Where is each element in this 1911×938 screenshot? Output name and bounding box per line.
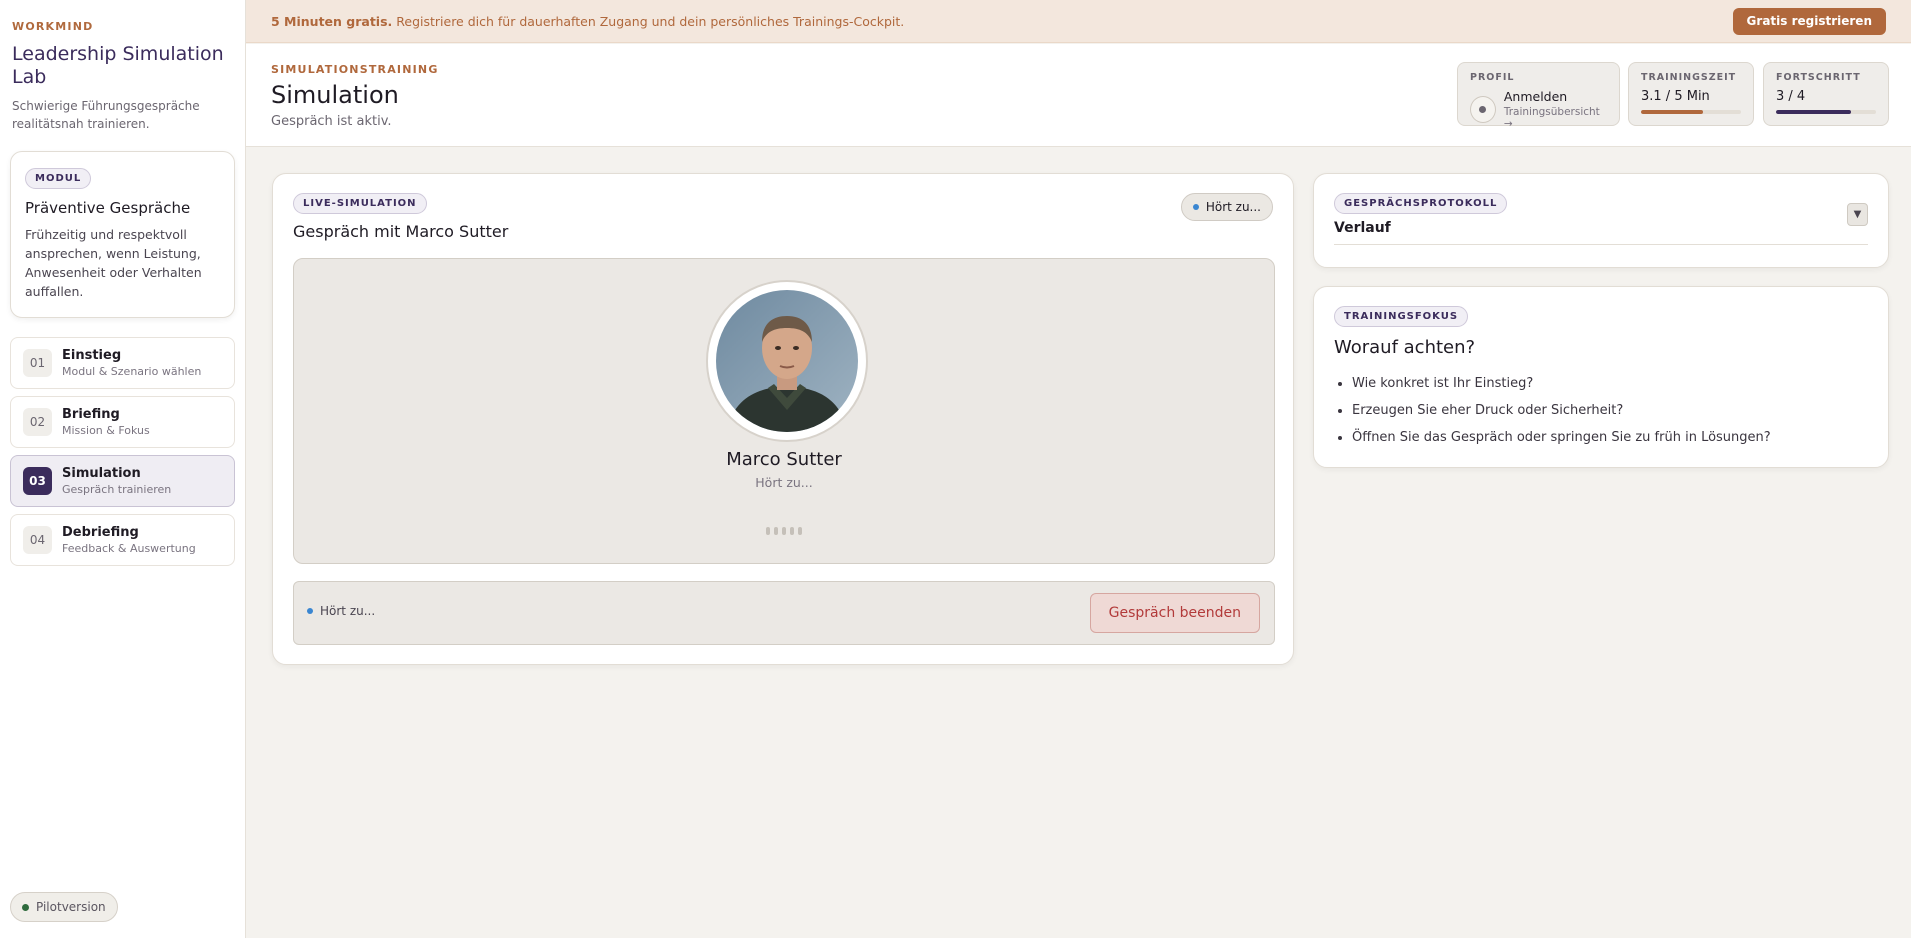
persona-name: Marco Sutter	[726, 449, 842, 470]
banner-message: Registriere dich für dauerhaften Zugang …	[392, 13, 905, 29]
progress-bar	[1776, 110, 1876, 114]
pilot-label: Pilotversion	[36, 900, 106, 914]
step-title: Debriefing	[62, 525, 139, 540]
step-title: Simulation	[62, 466, 141, 481]
step-title: Einstieg	[62, 348, 122, 363]
page-kicker: SIMULATIONSTRAINING	[271, 63, 439, 76]
profile-avatar-icon	[1470, 96, 1496, 123]
training-time-bar	[1641, 110, 1741, 114]
brand: WORKMIND Leadership Simulation Lab Schwi…	[10, 0, 235, 133]
training-time-widget: TRAININGSZEIT 3.1 / 5 Min	[1628, 62, 1754, 126]
progress-fill	[1776, 110, 1851, 114]
module-description: Frühzeitig und respektvoll ansprechen, w…	[25, 227, 202, 299]
persona-status: Hört zu...	[755, 475, 813, 490]
live-simulation-card: LIVE-SIMULATION Gespräch mit Marco Sutte…	[272, 173, 1294, 665]
trial-banner: 5 Minuten gratis. Registriere dich für d…	[246, 0, 1911, 43]
brand-title: Leadership Simulation Lab	[12, 43, 224, 88]
list-item: Erzeugen Sie eher Druck oder Sicherheit?	[1352, 397, 1771, 424]
audio-wave-icon	[294, 527, 1274, 535]
progress-label: FORTSCHRITT	[1776, 72, 1861, 83]
status-dot-icon	[22, 903, 29, 911]
live-simulation-badge: LIVE-SIMULATION	[293, 193, 427, 214]
persona-stage: Marco Sutter Hört zu...	[293, 258, 1275, 564]
step-einstieg[interactable]: 01 Einstieg Modul & Szenario wählen	[10, 337, 235, 389]
divider	[1334, 244, 1868, 245]
sidebar: WORKMIND Leadership Simulation Lab Schwi…	[0, 0, 246, 938]
conversation-controls: Hört zu... Gespräch beenden	[293, 581, 1275, 645]
listening-dot-icon	[1192, 204, 1199, 210]
conversation-protocol-card: GESPRÄCHSPROTOKOLL Verlauf ▼	[1313, 173, 1889, 268]
protocol-badge: GESPRÄCHSPROTOKOLL	[1334, 193, 1508, 214]
listening-status-text: Hört zu...	[1205, 200, 1261, 214]
banner-text: 5 Minuten gratis. Registriere dich für d…	[271, 14, 904, 29]
step-debriefing[interactable]: 04 Debriefing Feedback & Auswertung	[10, 514, 235, 566]
step-subtitle: Gespräch trainieren	[62, 483, 172, 496]
focus-list: Wie konkret ist Ihr Einstieg? Erzeugen S…	[1352, 370, 1771, 451]
step-simulation[interactable]: 03 Simulation Gespräch trainieren	[10, 455, 235, 507]
profile-login: Anmelden	[1503, 89, 1568, 104]
list-item: Wie konkret ist Ihr Einstieg?	[1352, 370, 1771, 397]
conversation-title: Gespräch mit Marco Sutter	[293, 222, 509, 241]
training-time-fill	[1641, 110, 1703, 114]
controls-status: Hört zu...	[307, 604, 375, 618]
step-subtitle: Mission & Fokus	[62, 424, 150, 437]
list-item: Öffnen Sie das Gespräch oder springen Si…	[1352, 424, 1771, 451]
profile-overview-link: Trainingsübersicht →	[1503, 106, 1600, 130]
listening-dot-icon	[307, 608, 313, 614]
training-focus-card: TRAININGSFOKUS Worauf achten? Wie konkre…	[1313, 286, 1889, 468]
brand-subtitle: Schwierige Führungsgespräche realitätsna…	[12, 99, 200, 131]
step-number: 01	[23, 349, 52, 377]
focus-badge: TRAININGSFOKUS	[1334, 306, 1469, 327]
listening-status-pill: Hört zu...	[1180, 193, 1273, 221]
banner-bold: 5 Minuten gratis.	[271, 13, 393, 29]
profile-widget[interactable]: PROFIL Anmelden Trainingsübersicht →	[1457, 62, 1620, 130]
step-number: 02	[23, 408, 52, 436]
step-title: Briefing	[62, 407, 120, 422]
step-subtitle: Modul & Szenario wählen	[62, 365, 202, 378]
step-navigation: 01 Einstieg Modul & Szenario wählen 02 B…	[10, 337, 235, 566]
module-card: MODUL Präventive Gespräche Frühzeitig un…	[10, 151, 235, 318]
step-number: 03	[23, 467, 52, 495]
pilot-version-badge: Pilotversion	[10, 892, 118, 922]
page-title: Simulation	[271, 81, 399, 109]
step-number: 04	[23, 526, 52, 554]
module-title: Präventive Gespräche	[25, 199, 191, 217]
register-button[interactable]: Gratis registrieren	[1732, 7, 1886, 35]
chevron-down-icon[interactable]: ▼	[1847, 203, 1868, 226]
page-subtitle: Gespräch ist aktiv.	[271, 114, 392, 129]
end-conversation-button[interactable]: Gespräch beenden	[1089, 593, 1260, 633]
training-time-value: 3.1 / 5 Min	[1641, 89, 1710, 104]
protocol-title: Verlauf	[1334, 220, 1391, 236]
brand-kicker: WORKMIND	[12, 20, 94, 33]
persona-avatar	[706, 280, 868, 442]
controls-status-text: Hört zu...	[320, 604, 376, 618]
step-subtitle: Feedback & Auswertung	[62, 542, 196, 555]
progress-value: 3 / 4	[1776, 89, 1806, 104]
training-time-label: TRAININGSZEIT	[1641, 72, 1737, 83]
module-badge: MODUL	[25, 168, 92, 189]
step-briefing[interactable]: 02 Briefing Mission & Fokus	[10, 396, 235, 448]
persona-photo	[716, 290, 858, 432]
profile-label: PROFIL	[1470, 72, 1515, 83]
progress-widget: FORTSCHRITT 3 / 4	[1763, 62, 1889, 126]
focus-title: Worauf achten?	[1334, 337, 1476, 358]
page-header: SIMULATIONSTRAINING Simulation Gespräch …	[246, 44, 1911, 147]
